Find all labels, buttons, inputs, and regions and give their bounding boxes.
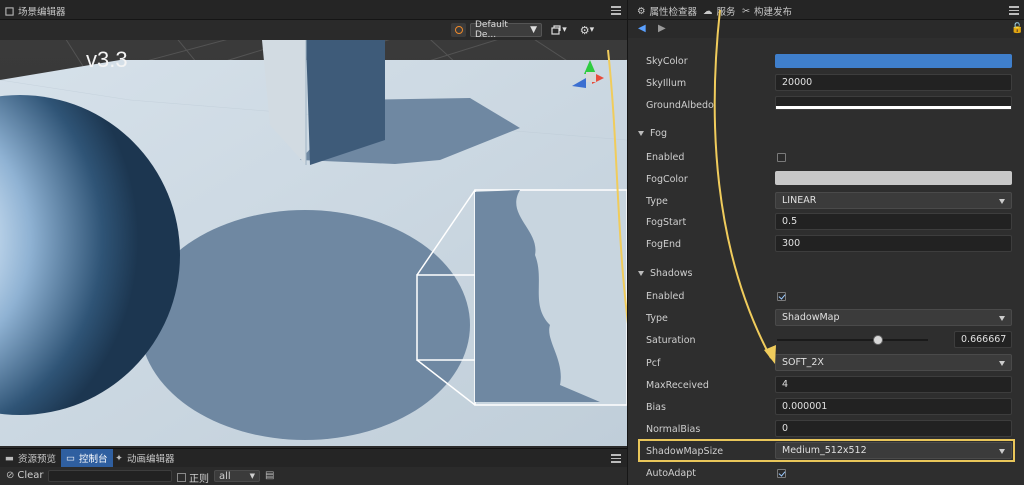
clear-icon: ⊘	[6, 470, 15, 481]
scene-render	[0, 40, 627, 446]
animation-icon: ✦	[115, 452, 123, 464]
chevron-down-icon: ▼	[530, 25, 537, 35]
console-tabbar: ▬ 资源预览 ▭ 控制台 ✦ 动画编辑器	[0, 448, 627, 467]
console-search-input[interactable]	[48, 470, 172, 482]
camera-button[interactable]	[451, 23, 466, 37]
gizmo-chevron-icon: ▾	[562, 25, 567, 35]
log-level-value: all	[219, 470, 231, 482]
tab-scene-editor-label: 场景编辑器	[18, 7, 66, 18]
scene-tabbar: 场景编辑器	[0, 0, 627, 20]
scene-editor-panel: 场景编辑器 Default De... ▼ ▾ ⚙ ▾ v3.3	[0, 0, 627, 448]
settings-chevron-icon: ▾	[589, 25, 595, 35]
annotation-arrow	[713, 9, 776, 364]
clear-button[interactable]: ⊘ Clear	[6, 470, 44, 481]
tab-asset-preview[interactable]: ▬ 资源预览	[0, 449, 61, 467]
camera-icon	[454, 26, 463, 34]
gizmo-icon	[551, 25, 561, 35]
version-label: v3.3	[86, 47, 128, 72]
document-icon[interactable]: ▤	[265, 470, 274, 481]
tab-animation-editor-label: 动画编辑器	[126, 454, 175, 465]
preset-select-value: Default De...	[475, 20, 508, 40]
console-icon: ▭	[66, 452, 75, 464]
tab-console-label: 控制台	[78, 454, 108, 465]
console-toolbar: ⊘ Clear 正则 all ▼ ▤	[0, 467, 627, 485]
settings-button[interactable]: ⚙ ▾	[576, 23, 598, 37]
log-level-select[interactable]: all ▼	[214, 470, 260, 482]
console-menu-icon[interactable]	[611, 454, 621, 463]
folder-icon: ▬	[5, 452, 14, 464]
regex-toggle[interactable]: 正则	[177, 470, 209, 485]
preset-select[interactable]: Default De... ▼	[470, 20, 542, 40]
gear-icon: ⚙	[579, 23, 590, 37]
regex-checkbox[interactable]	[177, 473, 186, 482]
regex-label: 正则	[189, 474, 209, 485]
tab-console[interactable]: ▭ 控制台	[61, 449, 113, 467]
tab-animation-editor[interactable]: ✦ 动画编辑器	[110, 449, 179, 467]
scene-menu-icon[interactable]	[611, 6, 621, 15]
inspector-panel: ⚙ 属性检查器 ☁ 服务 ✂ 构建发布 ◀ ▶ 🔓 SkyColor SkyIl…	[627, 0, 1024, 485]
scene-viewport[interactable]: v3.3	[0, 40, 627, 446]
gizmo-button[interactable]: ▾	[548, 23, 570, 37]
tab-asset-preview-label: 资源预览	[17, 454, 56, 465]
scene-icon	[5, 6, 14, 16]
tab-scene-editor[interactable]: 场景编辑器	[0, 2, 71, 20]
clear-label: Clear	[17, 470, 44, 481]
chevron-down-icon: ▼	[249, 472, 255, 480]
scene-toolbar: Default De... ▼ ▾ ⚙ ▾	[0, 20, 627, 40]
